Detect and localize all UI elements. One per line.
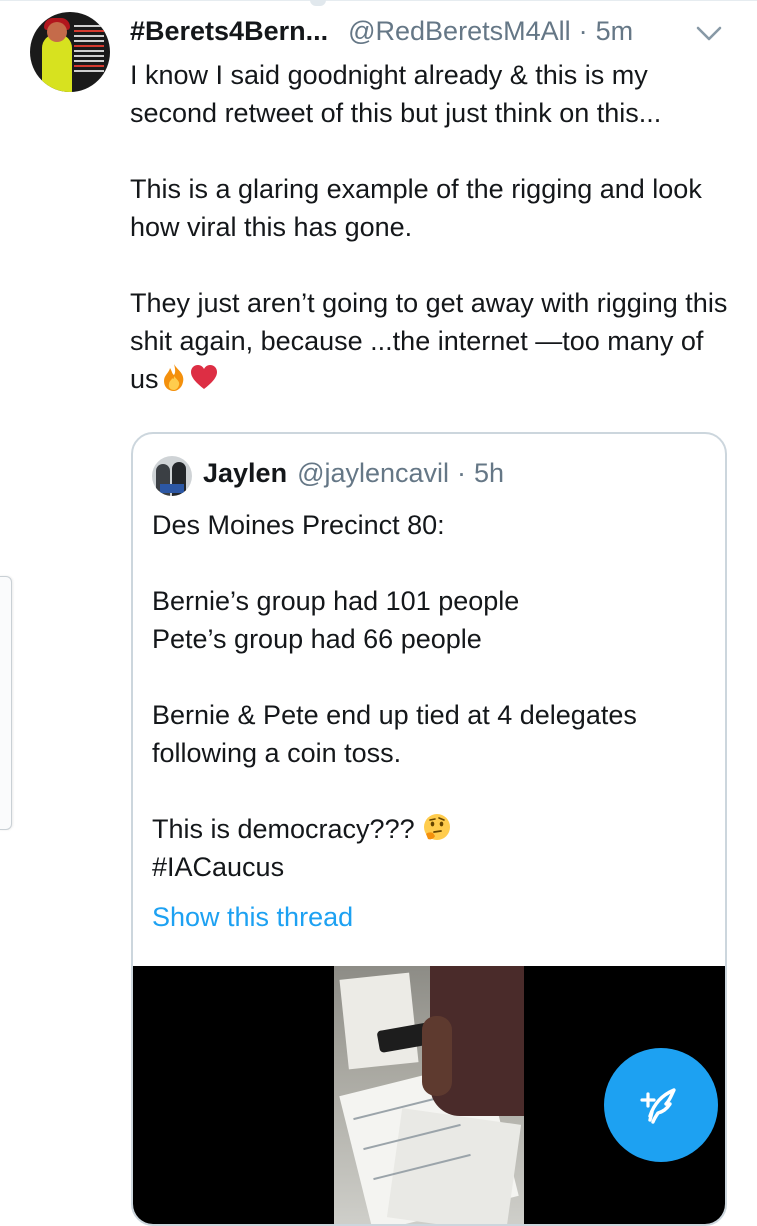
tweet-paragraph-text: They just aren’t going to get away with …: [130, 288, 728, 394]
compose-tweet-button[interactable]: [604, 1048, 718, 1162]
quoted-tweet-body: Des Moines Precinct 80: Bernie’s group h…: [152, 506, 712, 886]
top-divider: [0, 0, 757, 8]
quoted-author-name[interactable]: Jaylen: [203, 458, 287, 489]
tweet-paragraph: This is a glaring example of the rigging…: [130, 174, 702, 242]
author-handle[interactable]: @RedBeretsM4All: [348, 16, 571, 47]
tweet-header: #Berets4Bern... @RedBeretsM4All · 5m: [130, 12, 633, 50]
tweet-timestamp[interactable]: 5m: [596, 16, 634, 47]
author-name[interactable]: #Berets4Bern...: [130, 16, 328, 47]
show-thread-link[interactable]: Show this thread: [152, 898, 353, 936]
quoted-tweet-timestamp[interactable]: 5h: [474, 458, 504, 489]
tweet-body: I know I said goodnight already & this i…: [130, 56, 735, 398]
compose-feather-icon: [640, 1088, 676, 1124]
quoted-tweet-header: Jaylen @jaylencavil · 5h: [203, 454, 504, 492]
fire-emoji-icon: [159, 362, 189, 392]
tweet-paragraph: I know I said goodnight already & this i…: [130, 60, 662, 128]
edge-drawer-handle[interactable]: [0, 576, 12, 830]
quoted-author-avatar[interactable]: [152, 456, 192, 496]
quoted-author-handle[interactable]: @jaylencavil: [297, 458, 449, 489]
author-avatar[interactable]: [30, 12, 110, 92]
video-frame: [334, 966, 524, 1224]
header-separator: ·: [578, 15, 588, 46]
quoted-line-with-emoji: This is democracy???: [152, 810, 712, 848]
quoted-line: Bernie’s group had 101 people: [152, 586, 520, 616]
quoted-line: Des Moines Precinct 80:: [152, 510, 445, 540]
thinking-face-emoji-icon: [422, 812, 452, 842]
quoted-header-separator: ·: [457, 457, 467, 488]
hashtag-link[interactable]: #IACaucus: [152, 848, 712, 886]
red-heart-emoji-icon: [189, 362, 219, 392]
quoted-line: Pete’s group had 66 people: [152, 624, 482, 654]
tweet-paragraph-last: They just aren’t going to get away with …: [130, 284, 735, 398]
chevron-down-icon[interactable]: [692, 18, 726, 48]
quoted-line: This is democracy???: [152, 814, 415, 844]
quoted-line: Bernie & Pete end up tied at 4 delegates…: [152, 700, 637, 768]
